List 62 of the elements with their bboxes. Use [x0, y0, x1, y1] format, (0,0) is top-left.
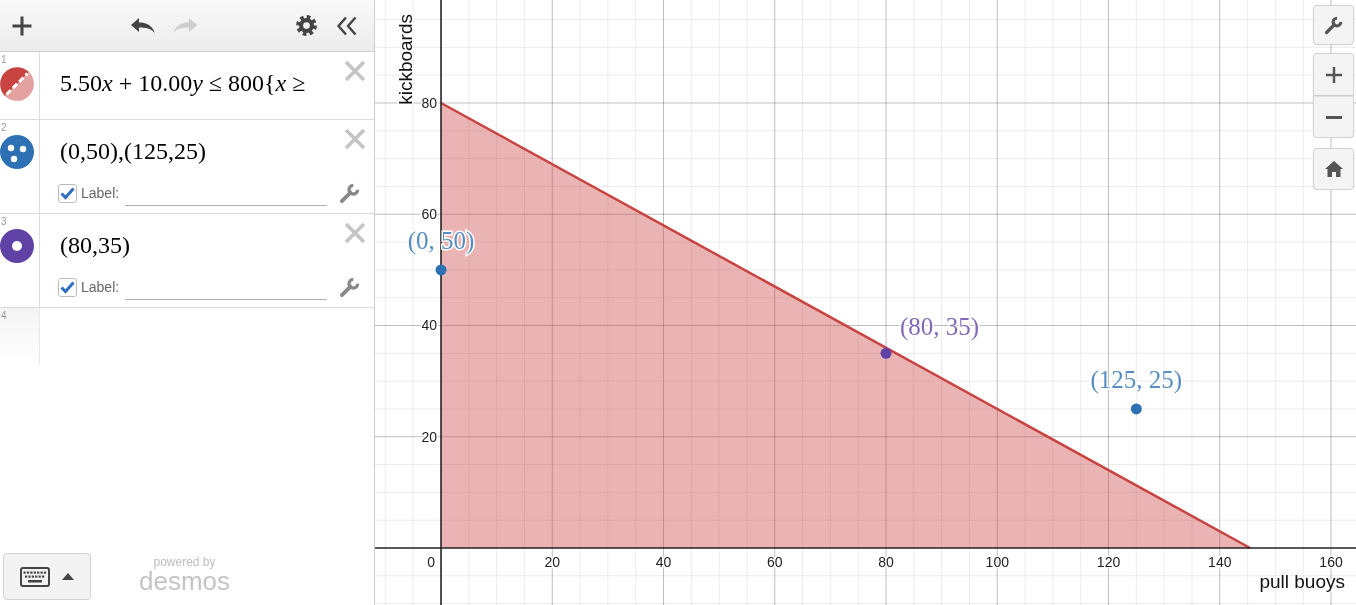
style-button[interactable]	[339, 182, 361, 204]
x-tick-label: 100	[985, 554, 1009, 570]
home-icon	[1324, 161, 1343, 177]
plus-icon	[12, 15, 32, 36]
row-number: 3	[0, 216, 7, 228]
keyboard-button[interactable]	[3, 553, 91, 600]
plus-icon	[1325, 66, 1342, 83]
keyboard-icon	[20, 566, 50, 587]
data-point[interactable]	[435, 264, 447, 276]
row-number: 1	[0, 54, 7, 66]
undo-icon	[130, 16, 156, 35]
powered-by-text: powered by	[153, 556, 216, 569]
x-tick-label: 60	[767, 554, 783, 570]
y-tick-label: 20	[421, 428, 438, 445]
row-number: 4	[0, 310, 7, 322]
close-icon	[344, 222, 366, 244]
point-label: (125, 25)	[1090, 365, 1183, 393]
graph-settings-button[interactable]	[1313, 5, 1354, 45]
x-tick-label: 120	[1096, 554, 1121, 570]
style-button[interactable]	[339, 276, 361, 298]
y-axis-title: kickboards	[395, 14, 417, 105]
x-tick-label: 80	[878, 554, 894, 570]
label-checkbox[interactable]	[58, 277, 77, 297]
check-icon	[60, 186, 75, 200]
point-label: (80, 35)	[900, 313, 980, 341]
data-point[interactable]	[1130, 403, 1142, 415]
zoom-in-button[interactable]	[1313, 53, 1354, 96]
close-icon	[344, 128, 366, 150]
expression-field[interactable]: (0,50),(125,25)	[58, 120, 338, 182]
points-icon[interactable]	[0, 135, 34, 169]
x-axis-title: pull buoys	[1259, 571, 1345, 592]
check-icon	[60, 280, 75, 294]
desmos-logo: desmos	[139, 569, 231, 593]
double-chevron-left-icon	[336, 15, 358, 36]
redo-icon	[172, 16, 198, 35]
close-icon	[344, 60, 366, 82]
wrench-icon	[339, 182, 361, 204]
point-icon[interactable]	[0, 229, 34, 263]
wrench-icon	[339, 276, 361, 298]
origin-label: 0	[427, 554, 436, 570]
wrench-icon	[1324, 15, 1343, 35]
label-checkbox[interactable]	[58, 183, 77, 203]
point-label: (0, 50)	[407, 226, 475, 254]
label-caption: Label:	[81, 185, 120, 201]
caret-up-icon	[62, 573, 74, 580]
shaded-region-icon[interactable]	[0, 67, 34, 101]
expression-field[interactable]: 5.50x + 10.00y ≤ 800{x ≥	[58, 52, 338, 114]
minus-icon	[1325, 115, 1342, 119]
zoom-out-button[interactable]	[1313, 96, 1354, 138]
x-tick-label: 40	[655, 554, 672, 570]
row-number: 2	[0, 122, 7, 134]
y-tick-label: 40	[421, 317, 438, 334]
y-tick-label: 80	[421, 95, 438, 111]
y-tick-label: 60	[421, 206, 438, 223]
label-caption: Label:	[81, 279, 120, 295]
gear-icon	[295, 15, 317, 36]
x-tick-label: 140	[1208, 554, 1232, 570]
expression-field[interactable]: (80,35)	[58, 214, 338, 276]
data-point[interactable]	[880, 347, 892, 359]
x-tick-label: 20	[544, 554, 561, 570]
x-tick-label: 160	[1319, 554, 1343, 570]
home-button[interactable]	[1313, 148, 1354, 190]
